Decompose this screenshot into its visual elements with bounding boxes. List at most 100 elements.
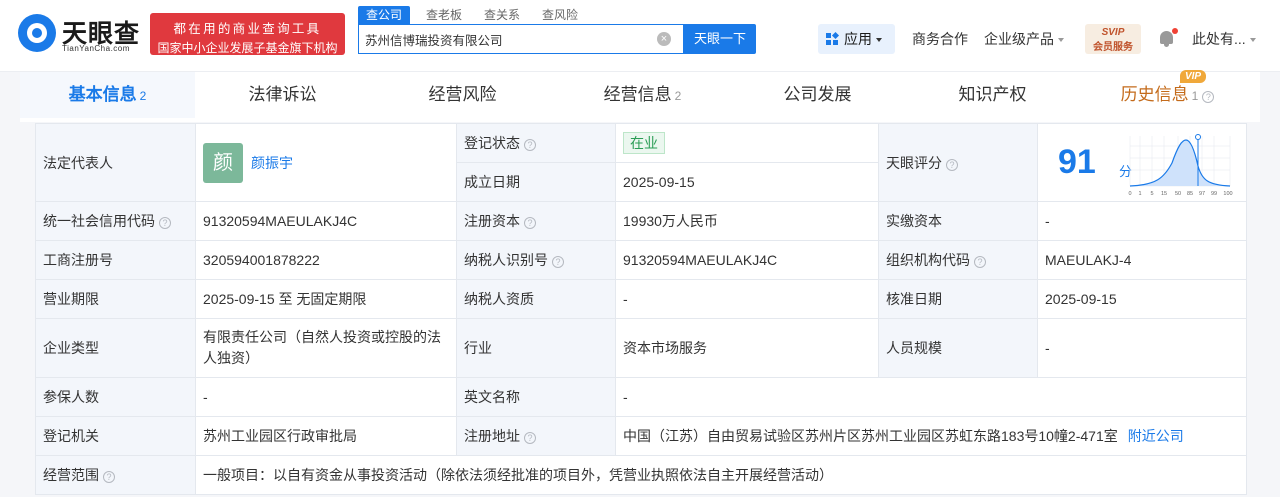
found-date-value: 2025-09-15 — [615, 162, 879, 202]
biz-reg-value: 320594001878222 — [195, 240, 457, 280]
help-icon[interactable]: ? — [159, 217, 171, 229]
term-value: 2025-09-15 至 无固定期限 — [195, 279, 457, 319]
score-cell[interactable]: 91 分 0 1 5 15 50 85 97 99 100 — [1037, 123, 1247, 202]
score-value: 91 — [1058, 142, 1096, 181]
svip-button[interactable]: SVIP 会员服务 — [1085, 24, 1141, 54]
svip-label: SVIP — [1101, 27, 1125, 38]
term-label: 营业期限 — [35, 279, 196, 319]
score-axis-tick: 97 — [1199, 191, 1205, 197]
en-name-label: 英文名称 — [456, 377, 616, 417]
notification-dot — [1172, 28, 1178, 34]
biz-reg-label: 工商注册号 — [35, 240, 196, 280]
tab-basic-info[interactable]: 基本信息 2 — [20, 72, 195, 118]
tab-operation[interactable]: 经营信息 2 — [555, 72, 730, 118]
nav-enterprise-label: 企业级产品 — [984, 31, 1054, 47]
reg-status-label: 登记状态 — [464, 135, 520, 151]
taxpayer-id-label: 纳税人识别号 — [464, 252, 548, 268]
company-section-tabs: 基本信息 2 法律诉讼 经营风险 经营信息 2 公司发展 知识产权 历史信息 1? V… — [20, 70, 1260, 118]
help-icon[interactable]: ? — [1202, 91, 1215, 103]
chevron-down-icon — [1249, 38, 1256, 42]
tianyan-score[interactable]: 91 分 0 1 5 15 50 85 97 99 100 — [1038, 125, 1246, 201]
search-box: × — [358, 24, 684, 54]
chevron-down-icon — [1058, 38, 1064, 42]
bell-icon[interactable] — [1158, 28, 1178, 49]
score-axis-tick: 50 — [1175, 191, 1181, 197]
paid-capital-value: - — [1037, 201, 1247, 241]
search-tab-boss[interactable]: 查老板 — [420, 6, 468, 24]
status-badge: 在业 — [623, 132, 665, 154]
user-menu[interactable]: 此处有... — [1192, 29, 1256, 49]
en-name-value: - — [615, 377, 1247, 417]
org-code-value: MAEULAKJ-4 — [1037, 240, 1247, 280]
tab-count: 2 — [674, 89, 682, 103]
credit-code-value: 91320594MAEULAKJ4C — [195, 201, 457, 241]
clear-icon[interactable]: × — [657, 32, 671, 46]
score-axis-tick: 99 — [1211, 191, 1217, 197]
search-input[interactable] — [365, 25, 655, 53]
search-tab-company[interactable]: 查公司 — [358, 6, 411, 24]
taxpayer-id-value: 91320594MAEULAKJ4C — [615, 240, 879, 280]
basic-info-table: 法定代表人 颜颜振宇 登记状态? 在业 天眼评分? 91 分 0 1 5 15 … — [35, 123, 1247, 495]
tab-ip[interactable]: 知识产权 — [905, 72, 1080, 118]
insured-value: - — [195, 377, 457, 417]
avatar[interactable]: 颜 — [203, 142, 243, 183]
nearby-companies-link[interactable]: 附近公司 — [1128, 428, 1184, 444]
reg-status-label-cell: 登记状态? — [456, 123, 616, 163]
legal-rep-link[interactable]: 颜振宇 — [251, 155, 293, 171]
reg-capital-label: 注册资本 — [464, 213, 520, 229]
help-icon[interactable]: ? — [524, 432, 536, 444]
help-icon[interactable]: ? — [974, 256, 986, 268]
approve-date-value: 2025-09-15 — [1037, 279, 1247, 319]
tax-qual-label: 纳税人资质 — [456, 279, 616, 319]
tab-history[interactable]: 历史信息 1? — [1080, 72, 1255, 118]
org-code-label: 组织机构代码 — [886, 252, 970, 268]
credit-code-label: 统一社会信用代码 — [43, 213, 155, 229]
industry-value: 资本市场服务 — [615, 318, 879, 378]
app-menu-label: 应用 — [844, 31, 872, 47]
logo-domain: TianYanCha.com — [62, 44, 130, 53]
address-cell: 中国（江苏）自由贸易试验区苏州片区苏州工业园区苏虹东路183号10幢2-471室… — [615, 416, 1247, 456]
tab-risk[interactable]: 经营风险 — [375, 72, 550, 118]
credit-code-label-cell: 统一社会信用代码? — [35, 201, 196, 241]
help-icon[interactable]: ? — [524, 139, 536, 151]
help-icon[interactable]: ? — [946, 158, 958, 171]
search-type-tabs: 查公司 查老板 查关系 查风险 — [358, 6, 594, 24]
nav-enterprise[interactable]: 企业级产品 — [984, 29, 1064, 49]
score-axis-tick: 85 — [1187, 191, 1193, 197]
help-icon[interactable]: ? — [103, 471, 115, 483]
search-button[interactable]: 天眼一下 — [684, 24, 756, 54]
staff-label: 人员规模 — [878, 318, 1038, 378]
found-date-label: 成立日期 — [456, 162, 616, 202]
scope-label-cell: 经营范围? — [35, 455, 196, 495]
score-axis-tick: 1 — [1138, 191, 1141, 197]
search-tab-relation[interactable]: 查关系 — [478, 6, 526, 24]
address-label: 注册地址 — [464, 428, 520, 444]
reg-capital-label-cell: 注册资本? — [456, 201, 616, 241]
search-tab-risk[interactable]: 查风险 — [536, 6, 584, 24]
nav-business[interactable]: 商务合作 — [912, 29, 968, 49]
taxpayer-id-label-cell: 纳税人识别号? — [456, 240, 616, 280]
scope-label: 经营范围 — [43, 467, 99, 483]
eye-logo-icon — [18, 14, 56, 52]
address-label-cell: 注册地址? — [456, 416, 616, 456]
slogan-line1: 都在用的商业查询工具 — [173, 22, 322, 36]
top-header: 天眼查 TianYanCha.com 都在用的商业查询工具 国家中小企业发展子基… — [0, 0, 1280, 72]
type-value: 有限责任公司（自然人投资或控股的法人独资） — [195, 318, 457, 378]
app-menu-button[interactable]: 应用 — [818, 24, 895, 54]
tabs-divider — [20, 118, 1260, 122]
score-axis-tick: 15 — [1161, 191, 1167, 197]
tab-legal[interactable]: 法律诉讼 — [195, 72, 370, 118]
address-value: 中国（江苏）自由贸易试验区苏州片区苏州工业园区苏虹东路183号10幢2-471室 — [623, 428, 1118, 444]
help-icon[interactable]: ? — [552, 256, 564, 268]
help-icon[interactable]: ? — [524, 217, 536, 229]
tab-development[interactable]: 公司发展 — [730, 72, 905, 118]
tax-qual-value: - — [615, 279, 879, 319]
tab-operation-label: 经营信息 — [603, 85, 672, 104]
score-distribution-chart: 0 1 5 15 50 85 97 99 100 — [1128, 133, 1233, 197]
tianyancha-logo[interactable]: 天眼查 TianYanCha.com — [18, 12, 143, 56]
vip-badge: VIP — [1180, 70, 1206, 83]
paid-capital-label: 实缴资本 — [878, 201, 1038, 241]
user-name: 此处有... — [1192, 31, 1246, 47]
insured-label: 参保人数 — [35, 377, 196, 417]
industry-label: 行业 — [456, 318, 616, 378]
